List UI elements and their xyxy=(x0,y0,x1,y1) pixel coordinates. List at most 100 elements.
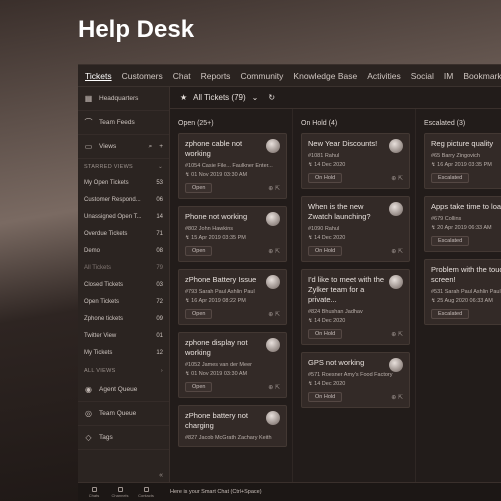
avatar xyxy=(389,139,403,153)
card-action-icons[interactable]: ⊕ ⇱ xyxy=(268,185,280,192)
status-badge[interactable]: Open xyxy=(185,382,213,392)
team-icon: ◎ xyxy=(85,409,92,418)
nav-tab-customers[interactable]: Customers xyxy=(122,71,163,81)
avatar xyxy=(266,411,280,425)
column-title: Open (25+) xyxy=(178,119,214,127)
ticket-card[interactable]: zPhone Battery Issue #793 Sarah Paul Ashl… xyxy=(178,269,287,325)
status-badge[interactable]: On Hold xyxy=(308,173,343,183)
refresh-icon[interactable]: ↻ xyxy=(268,93,275,102)
ticket-date: ↯ 16 Apr 2019 03:35 PM xyxy=(431,162,492,168)
sidebar-item-tags[interactable]: ◇ Tags xyxy=(78,426,169,450)
avatar xyxy=(389,358,403,372)
status-badge[interactable]: On Hold xyxy=(308,246,343,256)
nav-tab-tickets[interactable]: Tickets xyxy=(85,71,112,81)
collapse-sidebar-icon[interactable]: « xyxy=(159,472,163,479)
ticket-card[interactable]: zPhone battery not charging #827 Jacob Mc… xyxy=(178,405,287,447)
starred-view-label: Customer Respond... xyxy=(84,196,141,203)
all-views-header[interactable]: ALL VIEWS › xyxy=(78,363,169,378)
nav-tab-bookmarks[interactable]: Bookmarks xyxy=(463,71,501,81)
ticket-card[interactable]: zphone display not working #1052 James va… xyxy=(178,332,287,398)
starred-view-item[interactable]: Open Tickets 72 xyxy=(78,293,169,310)
view-title[interactable]: All Tickets (79) xyxy=(193,93,245,102)
starred-view-item[interactable]: Twitter View 01 xyxy=(78,327,169,344)
sidebar-item-team-queue[interactable]: ◎ Team Queue xyxy=(78,402,169,426)
starred-view-item[interactable]: All Tickets 79 xyxy=(78,259,169,276)
nav-tab-community[interactable]: Community xyxy=(240,71,283,81)
status-badge[interactable]: On Hold xyxy=(308,392,343,402)
starred-view-item[interactable]: My Open Tickets 53 xyxy=(78,174,169,191)
chevron-down-icon[interactable]: ⌄ xyxy=(158,164,163,170)
sidebar-item-agent-queue[interactable]: ◉ Agent Queue xyxy=(78,378,169,402)
starred-view-item[interactable]: Overdue Tickets 71 xyxy=(78,225,169,242)
star-icon[interactable]: ★ xyxy=(180,93,187,102)
ticket-title[interactable]: Reg picture quality xyxy=(431,139,501,149)
ticket-title[interactable]: Problem with the touch screen! xyxy=(431,265,501,285)
starred-views-header[interactable]: STARRED VIEWS ⌄ xyxy=(78,159,169,174)
status-badge[interactable]: Escalated xyxy=(431,309,470,319)
card-action-icons[interactable]: ⊕ ⇱ xyxy=(391,175,403,182)
ticket-date-value: 01 Nov 2019 03:30 AM xyxy=(191,371,248,377)
channels-button[interactable]: Channels xyxy=(110,486,130,498)
nav-tab-social[interactable]: Social xyxy=(411,71,434,81)
ticket-date: ↯ 14 Dec 2020 xyxy=(308,162,346,168)
nav-tab-im[interactable]: IM xyxy=(444,71,453,81)
ticket-card[interactable]: zphone cable not working #1054 Casie File… xyxy=(178,133,287,199)
top-navigation: Tickets Customers Chat Reports Community… xyxy=(78,65,501,87)
ticket-meta: #1090 Rahul xyxy=(308,226,340,232)
status-badge[interactable]: Open xyxy=(185,183,213,193)
ticket-card[interactable]: Problem with the touch screen! #531 Sarah… xyxy=(424,259,501,325)
card-action-icons[interactable]: ⊕ ⇱ xyxy=(268,384,280,391)
ticket-card[interactable]: Phone not working #802 John Hawkins ↯ 15 A… xyxy=(178,206,287,262)
status-badge[interactable]: Escalated xyxy=(431,236,470,246)
ticket-card[interactable]: I'd like to meet with the Zylker team fo… xyxy=(301,269,410,345)
ticket-card[interactable]: Reg picture quality #65 Barry Zingovich ↯ … xyxy=(424,133,501,189)
page-hero-title: Help Desk xyxy=(78,16,195,43)
chats-label: Chats xyxy=(88,492,100,498)
status-badge[interactable]: Open xyxy=(185,246,213,256)
status-badge[interactable]: Escalated xyxy=(431,173,470,183)
ticket-date-value: 20 Apr 2019 06:33 AM xyxy=(437,225,492,231)
chevron-right-icon[interactable]: › xyxy=(161,368,163,374)
ticket-card[interactable]: GPS not working #571 Roesner Amy's Food F… xyxy=(301,352,410,408)
all-views-label: ALL VIEWS xyxy=(84,367,116,374)
column-title: On Hold (4) xyxy=(301,119,338,127)
card-action-icons[interactable]: ⊕ ⇱ xyxy=(391,394,403,401)
sidebar-item-headquarters[interactable]: ▦ Headquarters xyxy=(78,87,169,111)
nav-tab-knowledge-base[interactable]: Knowledge Base xyxy=(293,71,357,81)
building-icon: ▦ xyxy=(84,94,93,103)
nav-tab-chat[interactable]: Chat xyxy=(173,71,191,81)
ticket-date: ↯ 14 Dec 2020 xyxy=(308,235,346,241)
ticket-title[interactable]: Apps take time to load xyxy=(431,202,501,212)
card-action-icons[interactable]: ⊕ ⇱ xyxy=(391,248,403,255)
status-badge[interactable]: Open xyxy=(185,309,213,319)
sidebar-item-team-feeds[interactable]: ⌒ Team Feeds xyxy=(78,111,169,135)
sidebar-item-views[interactable]: ▭ Views ⌕ + xyxy=(78,135,169,159)
starred-view-item[interactable]: Zphone tickets 09 xyxy=(78,310,169,327)
search-icon[interactable]: ⌕ xyxy=(149,143,153,151)
contacts-button[interactable]: Contacts xyxy=(136,486,156,498)
chats-button[interactable]: Chats xyxy=(84,486,104,498)
nav-tab-activities[interactable]: Activities xyxy=(367,71,401,81)
nav-tab-reports[interactable]: Reports xyxy=(201,71,231,81)
add-icon[interactable]: + xyxy=(159,143,163,151)
agent-icon: ◉ xyxy=(85,385,92,394)
chevron-down-icon[interactable]: ⌄ xyxy=(252,93,259,102)
ticket-meta: #827 Jacob McGrath Zachary Keith xyxy=(185,435,272,441)
smart-chat-input[interactable]: Here is your Smart Chat (Ctrl+Space) xyxy=(170,489,262,495)
starred-view-item[interactable]: My Tickets 12 xyxy=(78,344,169,361)
ticket-card[interactable]: New Year Discounts! #1081 Rahul ↯ 14 Dec 2… xyxy=(301,133,410,189)
ticket-card[interactable]: When is the new Zwatch launching? #1090 R… xyxy=(301,196,410,262)
ticket-meta: #802 John Hawkins xyxy=(185,226,234,232)
starred-view-item[interactable]: Unassigned Open T... 14 xyxy=(78,208,169,225)
card-action-icons[interactable]: ⊕ ⇱ xyxy=(391,331,403,338)
ticket-card[interactable]: Apps take time to load #679 Collins ↯ 20 A… xyxy=(424,196,501,252)
starred-view-item[interactable]: Closed Tickets 03 xyxy=(78,276,169,293)
starred-view-item[interactable]: Demo 08 xyxy=(78,242,169,259)
starred-view-label: Unassigned Open T... xyxy=(84,213,142,220)
avatar xyxy=(389,202,403,216)
card-action-icons[interactable]: ⊕ ⇱ xyxy=(268,248,280,255)
status-badge[interactable]: On Hold xyxy=(308,329,343,339)
ticket-date-value: 14 Dec 2020 xyxy=(314,318,346,324)
card-action-icons[interactable]: ⊕ ⇱ xyxy=(268,311,280,318)
starred-view-item[interactable]: Customer Respond... 06 xyxy=(78,191,169,208)
